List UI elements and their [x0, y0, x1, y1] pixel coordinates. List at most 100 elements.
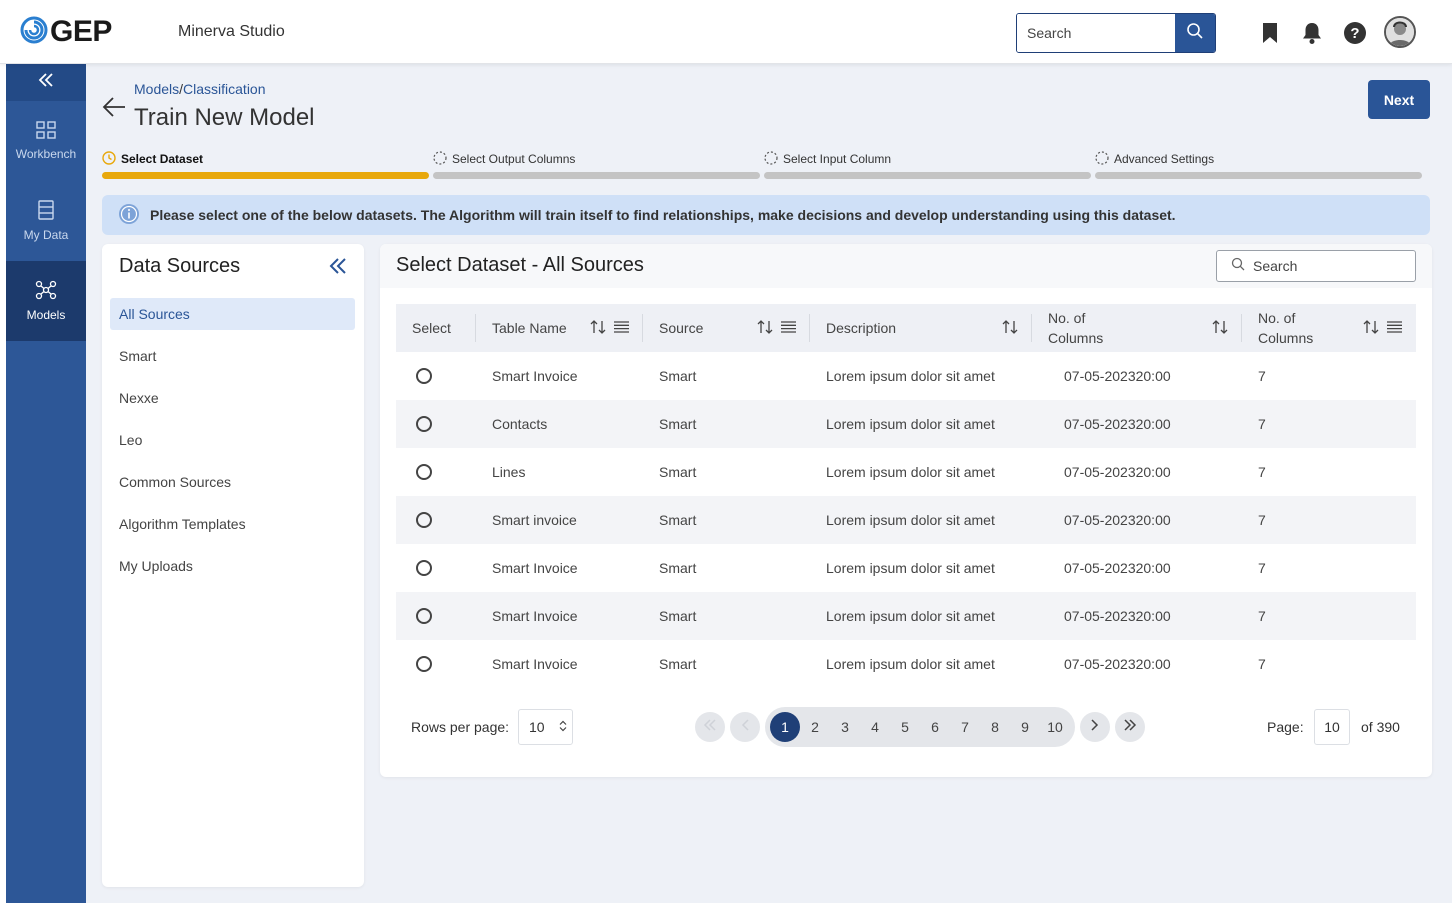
sort-icon[interactable]: [757, 319, 773, 338]
sort-icon[interactable]: [590, 319, 606, 338]
page-number-7[interactable]: 7: [950, 712, 980, 742]
page-number-4[interactable]: 4: [860, 712, 890, 742]
description-cell: Lorem ipsum dolor sit amet: [826, 560, 995, 576]
back-arrow-icon[interactable]: [102, 96, 126, 123]
table-row[interactable]: Smart Invoice Smart Lorem ipsum dolor si…: [396, 640, 1416, 688]
page-number-3[interactable]: 3: [830, 712, 860, 742]
global-search-button[interactable]: [1175, 14, 1215, 52]
step-label: Select Dataset: [121, 152, 204, 166]
page-number-1[interactable]: 1: [770, 712, 800, 742]
page-number-8[interactable]: 8: [980, 712, 1010, 742]
nav-item-models[interactable]: Models: [6, 261, 86, 341]
table-name-link[interactable]: Smart Invoice: [476, 592, 643, 640]
source-item-all-sources[interactable]: All Sources: [110, 298, 355, 330]
step-select-dataset[interactable]: Select Dataset: [102, 150, 429, 179]
double-chevron-left-icon: [38, 73, 54, 92]
next-page-button[interactable]: [1080, 712, 1110, 742]
row-radio[interactable]: [416, 416, 432, 432]
table-row[interactable]: Contacts Smart Lorem ipsum dolor sit ame…: [396, 400, 1416, 448]
chevron-left-icon: [741, 718, 749, 736]
sort-icon[interactable]: [1363, 319, 1379, 338]
page-input[interactable]: 10: [1314, 709, 1350, 745]
nav-item-label: Workbench: [15, 147, 77, 161]
bookmark-icon[interactable]: [1257, 20, 1283, 46]
col-header-select: Select: [396, 304, 476, 352]
source-link[interactable]: Smart: [643, 400, 810, 448]
page-number-10[interactable]: 10: [1040, 712, 1070, 742]
gep-logo[interactable]: GEP: [20, 15, 112, 49]
breadcrumb-models[interactable]: Models: [134, 81, 179, 97]
col-header-label: No. of Columns: [1258, 308, 1313, 348]
bell-icon[interactable]: [1299, 20, 1325, 46]
row-radio[interactable]: [416, 368, 432, 384]
table-row[interactable]: Lines Smart Lorem ipsum dolor sit amet 0…: [396, 448, 1416, 496]
page-number-9[interactable]: 9: [1010, 712, 1040, 742]
date-cell: 07-05-202320:00: [1064, 656, 1171, 672]
user-avatar[interactable]: [1384, 16, 1416, 48]
source-link[interactable]: Smart: [643, 352, 810, 400]
page-label: Page:: [1267, 719, 1304, 735]
select-cell: [396, 496, 476, 544]
page-number-2[interactable]: 2: [800, 712, 830, 742]
source-link[interactable]: Smart: [643, 448, 810, 496]
table-name-link[interactable]: Lines: [476, 448, 643, 496]
menu-icon[interactable]: [1387, 320, 1402, 336]
source-item-algorithm-templates[interactable]: Algorithm Templates: [110, 508, 355, 540]
sort-icon[interactable]: [1212, 319, 1228, 338]
step-advanced-settings[interactable]: Advanced Settings: [1095, 150, 1422, 179]
source-item-common-sources[interactable]: Common Sources: [110, 466, 355, 498]
step-label: Select Input Column: [783, 152, 892, 166]
table-name-link[interactable]: Smart Invoice: [476, 352, 643, 400]
source-item-smart[interactable]: Smart: [110, 340, 355, 372]
source-item-my-uploads[interactable]: My Uploads: [110, 550, 355, 582]
nav-item-workbench[interactable]: Workbench: [6, 101, 86, 181]
step-progress-bar: [1095, 172, 1422, 179]
source-link[interactable]: Smart: [643, 640, 810, 688]
row-radio[interactable]: [416, 656, 432, 672]
page-number-6[interactable]: 6: [920, 712, 950, 742]
last-page-button[interactable]: [1115, 712, 1145, 742]
nav-item-label: Models: [26, 308, 66, 322]
double-chevron-left-icon[interactable]: [329, 257, 347, 280]
description-cell: Lorem ipsum dolor sit amet: [826, 656, 995, 672]
help-icon[interactable]: ?: [1342, 20, 1368, 46]
row-radio[interactable]: [416, 560, 432, 576]
step-progress-bar: [102, 172, 429, 179]
source-link[interactable]: Smart: [643, 544, 810, 592]
table-row[interactable]: Smart Invoice Smart Lorem ipsum dolor si…: [396, 544, 1416, 592]
nav-collapse-button[interactable]: [6, 64, 86, 101]
pending-circle-icon: [433, 150, 447, 168]
step-select-input-column[interactable]: Select Input Column: [764, 150, 1091, 179]
clock-icon: [102, 150, 116, 168]
step-select-output-columns[interactable]: Select Output Columns: [433, 150, 760, 179]
table-name-link[interactable]: Smart Invoice: [476, 544, 643, 592]
prev-page-button[interactable]: [730, 712, 760, 742]
table-name-link[interactable]: Contacts: [476, 400, 643, 448]
table-row[interactable]: Smart invoice Smart Lorem ipsum dolor si…: [396, 496, 1416, 544]
select-cell: [396, 448, 476, 496]
global-search: [1016, 13, 1216, 53]
row-radio[interactable]: [416, 608, 432, 624]
dataset-panel-header: Select Dataset - All Sources: [380, 244, 1432, 288]
table-name-link[interactable]: Smart invoice: [476, 496, 643, 544]
table-row[interactable]: Smart Invoice Smart Lorem ipsum dolor si…: [396, 352, 1416, 400]
source-link[interactable]: Smart: [643, 496, 810, 544]
row-radio[interactable]: [416, 512, 432, 528]
table-row[interactable]: Smart Invoice Smart Lorem ipsum dolor si…: [396, 592, 1416, 640]
row-radio[interactable]: [416, 464, 432, 480]
page-number-5[interactable]: 5: [890, 712, 920, 742]
source-item-leo[interactable]: Leo: [110, 424, 355, 456]
menu-icon[interactable]: [781, 320, 796, 336]
breadcrumb-classification[interactable]: Classification: [183, 81, 265, 97]
nav-item-my-data[interactable]: My Data: [6, 181, 86, 261]
source-link[interactable]: Smart: [643, 592, 810, 640]
menu-icon[interactable]: [614, 320, 629, 336]
dataset-search-input[interactable]: [1253, 258, 1403, 274]
rows-per-page-select[interactable]: 10: [518, 709, 573, 745]
table-name-link[interactable]: Smart Invoice: [476, 640, 643, 688]
first-page-button[interactable]: [695, 712, 725, 742]
next-button[interactable]: Next: [1368, 80, 1430, 119]
sort-icon[interactable]: [1002, 319, 1018, 338]
source-item-nexxe[interactable]: Nexxe: [110, 382, 355, 414]
global-search-input[interactable]: [1017, 14, 1175, 52]
